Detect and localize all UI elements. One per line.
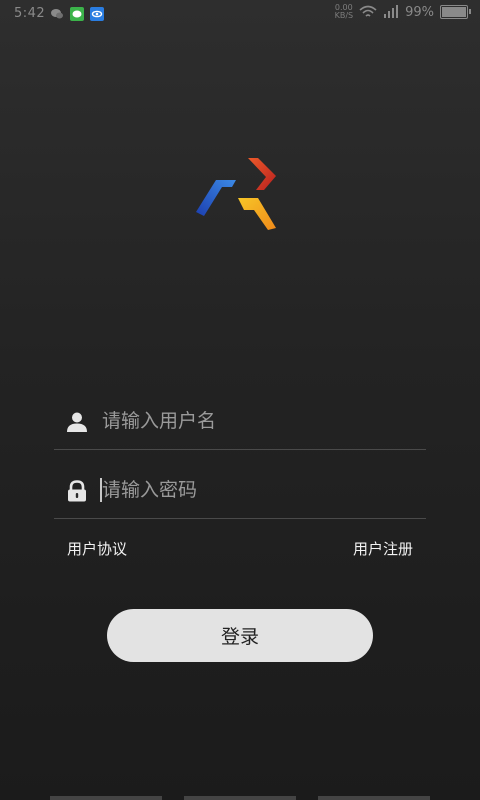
username-field [54,393,426,450]
logo-red-stroke [248,158,276,190]
status-time: 5:42 [14,6,46,21]
app-logo [196,158,276,230]
nav-segment [50,796,162,800]
logo-yellow-stroke [238,198,276,230]
user-agreement-link[interactable]: 用户协议 [67,538,127,559]
battery-icon [440,5,471,19]
chat-bubble-icon [51,9,63,19]
network-speed: 0.00 KB/S [334,3,354,20]
signal-icon [384,5,399,18]
logo-blue-stroke [196,180,236,216]
username-input[interactable] [102,405,412,437]
nav-segment [318,796,430,800]
password-field [54,462,426,519]
battery-fill [442,7,466,17]
battery-percent: 99% [405,4,434,20]
wifi-icon [359,5,377,17]
eye-app-icon [90,7,104,21]
status-bar: 5:42 0.00 KB/S 99% [0,0,480,28]
status-right: 0.00 KB/S 99% [334,3,471,20]
lock-icon [68,480,86,502]
password-input[interactable] [102,474,412,506]
register-link[interactable]: 用户注册 [353,538,413,559]
message-app-icon [70,7,84,21]
login-screen: 5:42 0.00 KB/S 99% 请输入用户名 用户协议 用户注册 登录 [0,0,480,800]
notification-icons [50,7,104,21]
user-icon [67,412,87,432]
nav-bar-hint [0,796,480,800]
login-button[interactable]: 登录 [107,609,373,662]
nav-segment [184,796,296,800]
